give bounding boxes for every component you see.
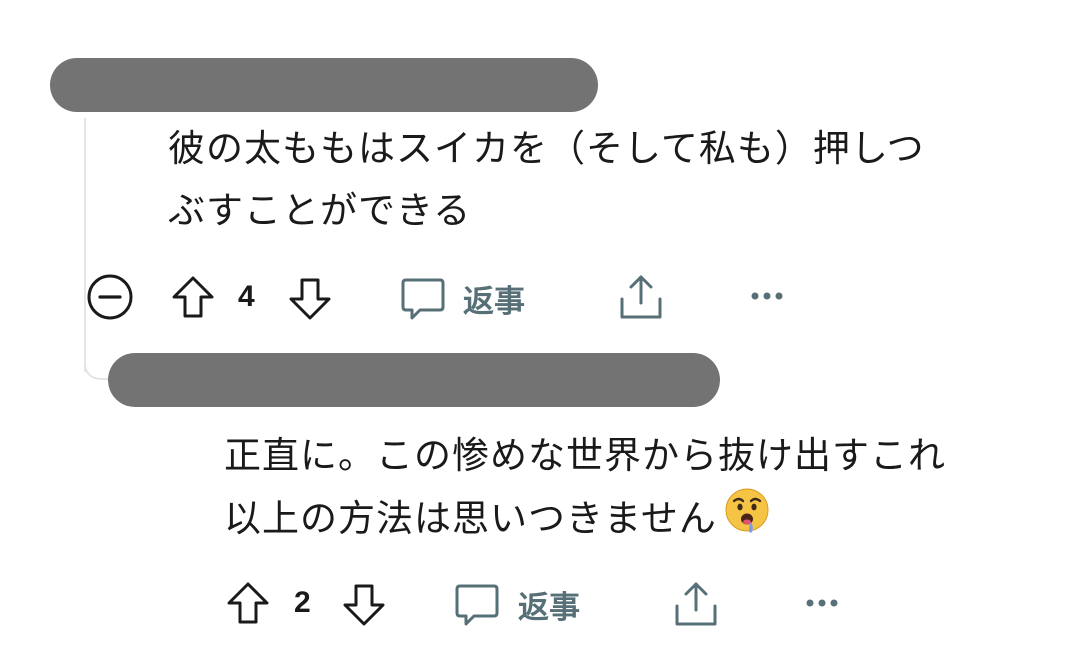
comment-body: 彼の太ももはスイカを（そして私も）押しつ ぶすことができる: [168, 118, 925, 242]
vote-count: 2: [294, 586, 311, 619]
collapse-icon[interactable]: [86, 273, 134, 321]
share-icon[interactable]: [617, 273, 665, 323]
reply-icon[interactable]: [454, 582, 500, 628]
reply-button[interactable]: 返事: [463, 276, 525, 321]
comment-body: 正直に。この惨めな世界から抜け出すこれ 以上の方法は思いつきません: [224, 425, 946, 554]
comment-body-line: 正直に。この惨めな世界から抜け出すこれ: [224, 434, 946, 477]
more-options-icon[interactable]: [806, 595, 838, 611]
upvote-icon[interactable]: [225, 580, 271, 626]
comment-thread: 彼の太ももはスイカを（そして私も）押しつ ぶすことができる 4 返事 正直に。こ…: [0, 0, 1080, 670]
username-redacted: [108, 353, 720, 407]
comment-body-line: 彼の太ももはスイカを（そして私も）押しつ: [168, 127, 925, 170]
downvote-icon[interactable]: [287, 276, 333, 322]
comment-body-line: ぶすことができる: [168, 189, 472, 232]
comment-body-line: 以上の方法は思いつきません: [224, 487, 946, 554]
downvote-icon[interactable]: [341, 582, 387, 628]
share-icon[interactable]: [672, 580, 720, 630]
thread-connector: [84, 330, 110, 380]
more-options-icon[interactable]: [751, 288, 783, 304]
username-redacted: [50, 58, 598, 112]
drooling-face-icon: [723, 487, 771, 554]
vote-count: 4: [238, 280, 255, 313]
reply-icon[interactable]: [400, 276, 446, 322]
reply-button[interactable]: 返事: [518, 582, 580, 627]
comment-body-text: 以上の方法は思いつきません: [224, 497, 717, 540]
upvote-icon[interactable]: [170, 274, 216, 320]
